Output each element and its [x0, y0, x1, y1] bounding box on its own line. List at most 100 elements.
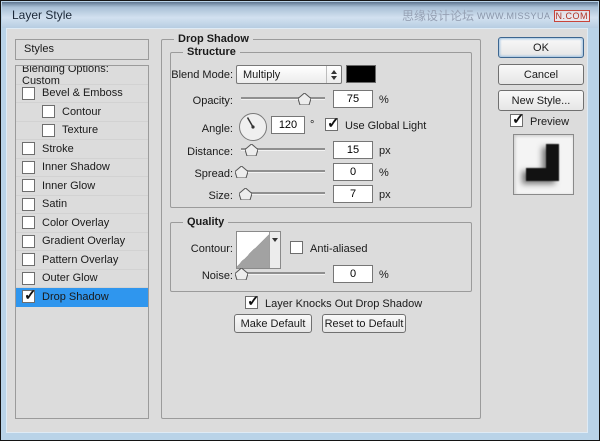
- blend-mode-label: Blend Mode:: [171, 69, 233, 81]
- sidebar-item-label: Texture: [62, 124, 98, 136]
- opacity-input[interactable]: [333, 90, 373, 108]
- opacity-unit: %: [379, 94, 389, 106]
- anti-aliased-checkbox[interactable]: [290, 241, 303, 254]
- stroke-checkbox[interactable]: [22, 142, 35, 155]
- slider-thumb[interactable]: [235, 166, 248, 178]
- preview-checkbox[interactable]: [510, 114, 523, 127]
- sidebar-item-gradient-overlay[interactable]: Gradient Overlay: [16, 233, 148, 252]
- sidebar-item-stroke[interactable]: Stroke: [16, 140, 148, 159]
- contour-dropdown-arrow-icon[interactable]: [270, 232, 280, 268]
- contour-checkbox[interactable]: [42, 105, 55, 118]
- inner-shadow-checkbox[interactable]: [22, 161, 35, 174]
- size-slider[interactable]: [241, 187, 325, 201]
- slider-thumb[interactable]: [239, 188, 252, 200]
- sidebar-item-blending-options[interactable]: Blending Options: Custom: [16, 66, 148, 85]
- contour-label: Contour:: [171, 243, 233, 255]
- titlebar[interactable]: Layer Style 思缘设计论坛 WWW.MISSYUA N.COM: [2, 2, 598, 28]
- structure-legend: Structure: [183, 46, 240, 58]
- quality-legend: Quality: [183, 216, 228, 228]
- sidebar-item-label: Inner Glow: [42, 180, 95, 192]
- opacity-slider[interactable]: [241, 92, 325, 106]
- quality-group: Quality Contour: Anti-aliased Noise: %: [170, 222, 472, 292]
- sidebar-item-inner-glow[interactable]: Inner Glow: [16, 177, 148, 196]
- watermark: 思缘设计论坛 WWW.MISSYUA N.COM: [402, 7, 590, 24]
- layer-knockout-checkbox[interactable]: [245, 296, 258, 309]
- styles-list: Blending Options: Custom Bevel & Emboss …: [15, 65, 149, 419]
- watermark-url-text: WWW.MISSYUA: [477, 11, 551, 21]
- ok-button[interactable]: OK: [498, 37, 584, 58]
- spread-unit: %: [379, 167, 389, 179]
- reset-to-default-button[interactable]: Reset to Default: [322, 314, 406, 333]
- noise-unit: %: [379, 269, 389, 281]
- noise-label: Noise:: [171, 270, 233, 282]
- angle-dial[interactable]: [238, 112, 268, 142]
- pattern-overlay-checkbox[interactable]: [22, 253, 35, 266]
- contour-thumbnail: [237, 232, 270, 268]
- blend-mode-value: Multiply: [243, 69, 280, 81]
- gradient-overlay-checkbox[interactable]: [22, 235, 35, 248]
- slider-thumb[interactable]: [245, 144, 258, 156]
- use-global-light-checkbox[interactable]: [325, 118, 338, 131]
- slider-thumb[interactable]: [235, 268, 248, 280]
- layer-knockout-label: Layer Knocks Out Drop Shadow: [265, 298, 422, 310]
- contour-picker[interactable]: [236, 231, 281, 269]
- watermark-highlight-box: N.COM: [554, 10, 591, 22]
- styles-header: Styles: [15, 39, 149, 60]
- preview-lshape-graphic: [526, 144, 559, 181]
- size-input[interactable]: [333, 185, 373, 203]
- sidebar-item-contour[interactable]: Contour: [16, 103, 148, 122]
- size-unit: px: [379, 189, 391, 201]
- angle-unit: °: [310, 119, 314, 131]
- sidebar-item-label: Contour: [62, 106, 101, 118]
- sidebar-item-drop-shadow[interactable]: Drop Shadow: [16, 288, 148, 307]
- sidebar-item-label: Bevel & Emboss: [42, 87, 123, 99]
- sidebar-item-inner-shadow[interactable]: Inner Shadow: [16, 159, 148, 178]
- slider-thumb[interactable]: [298, 93, 311, 105]
- sidebar-item-pattern-overlay[interactable]: Pattern Overlay: [16, 251, 148, 270]
- noise-slider[interactable]: [241, 267, 325, 281]
- angle-input[interactable]: [271, 116, 305, 134]
- distance-input[interactable]: [333, 141, 373, 159]
- structure-group: Structure Blend Mode: Multiply Opacity: …: [170, 52, 472, 208]
- spread-input[interactable]: [333, 163, 373, 181]
- sidebar-item-label: Gradient Overlay: [42, 235, 125, 247]
- spread-slider[interactable]: [241, 165, 325, 179]
- distance-unit: px: [379, 145, 391, 157]
- spread-label: Spread:: [171, 168, 233, 180]
- layer-style-dialog: Layer Style 思缘设计论坛 WWW.MISSYUA N.COM Sty…: [0, 0, 600, 441]
- noise-input[interactable]: [333, 265, 373, 283]
- bevel-emboss-checkbox[interactable]: [22, 87, 35, 100]
- drop-shadow-checkbox[interactable]: [22, 290, 35, 303]
- dialog-body: Styles Blending Options: Custom Bevel & …: [7, 29, 587, 432]
- sidebar-item-label: Blending Options: Custom: [22, 65, 148, 87]
- outer-glow-checkbox[interactable]: [22, 272, 35, 285]
- cancel-button[interactable]: Cancel: [498, 64, 584, 85]
- sidebar-item-label: Drop Shadow: [42, 291, 109, 303]
- inner-glow-checkbox[interactable]: [22, 179, 35, 192]
- sidebar-item-satin[interactable]: Satin: [16, 196, 148, 215]
- texture-checkbox[interactable]: [42, 124, 55, 137]
- distance-slider[interactable]: [241, 143, 325, 157]
- sidebar-item-bevel-emboss[interactable]: Bevel & Emboss: [16, 85, 148, 104]
- sidebar-item-label: Color Overlay: [42, 217, 109, 229]
- new-style-button[interactable]: New Style...: [498, 90, 584, 111]
- distance-label: Distance:: [171, 146, 233, 158]
- sidebar-item-label: Stroke: [42, 143, 74, 155]
- sidebar-item-label: Inner Shadow: [42, 161, 110, 173]
- sidebar-item-texture[interactable]: Texture: [16, 122, 148, 141]
- make-default-button[interactable]: Make Default: [234, 314, 312, 333]
- sidebar-item-outer-glow[interactable]: Outer Glow: [16, 270, 148, 289]
- preview-label: Preview: [530, 116, 569, 128]
- blend-mode-select[interactable]: Multiply: [236, 65, 342, 84]
- drop-shadow-panel: Drop Shadow Structure Blend Mode: Multip…: [161, 39, 481, 419]
- preview-thumbnail: [513, 134, 574, 195]
- angle-label: Angle:: [171, 123, 233, 135]
- size-label: Size:: [171, 190, 233, 202]
- shadow-color-swatch[interactable]: [346, 65, 376, 83]
- satin-checkbox[interactable]: [22, 198, 35, 211]
- color-overlay-checkbox[interactable]: [22, 216, 35, 229]
- sidebar-item-label: Outer Glow: [42, 272, 98, 284]
- anti-aliased-label: Anti-aliased: [310, 243, 367, 255]
- sidebar-item-color-overlay[interactable]: Color Overlay: [16, 214, 148, 233]
- sidebar-item-label: Satin: [42, 198, 67, 210]
